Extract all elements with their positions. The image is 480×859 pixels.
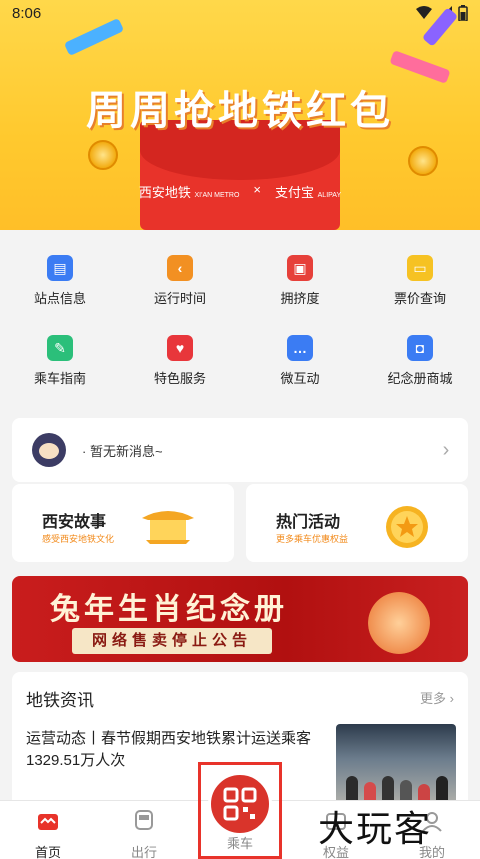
- train-icon: [135, 810, 153, 830]
- tab-home[interactable]: 首页: [0, 809, 96, 859]
- star-coin-icon: [386, 506, 428, 548]
- metro-logo: 西安地铁 XI'AN METRO: [138, 185, 240, 200]
- pavilion-icon: [142, 511, 194, 544]
- news-thumbnail[interactable]: [336, 724, 456, 810]
- card-title: 热门活动: [276, 514, 341, 531]
- card-subtitle: 感受西安地铁文化: [42, 534, 115, 544]
- card-hot-events[interactable]: 热门活动 更多乘车优惠权益: [246, 484, 468, 562]
- battery-icon: [458, 5, 468, 21]
- home-icon: [38, 814, 58, 830]
- grid-label: 微互动: [280, 371, 320, 386]
- alipay-logo: 支付宝 ALIPAY: [275, 185, 342, 200]
- grid-label: 拥挤度: [280, 291, 320, 306]
- station-icon: ▤: [47, 255, 73, 281]
- card-subtitle: 更多乘车优惠权益: [276, 534, 349, 544]
- bag-icon: ◘: [407, 335, 433, 361]
- status-time: 8:06: [12, 4, 42, 22]
- chevron-right-icon: ›: [442, 438, 450, 461]
- tab-label: 出行: [130, 845, 157, 859]
- mascot-avatar: [32, 433, 66, 467]
- logo-separator: ×: [253, 182, 261, 197]
- feature-grid: ▤ 站点信息 ‹ 运行时间 ▣ 拥挤度 ▭ 票价查询 ✎ 乘车指南 ♥ 特色服务…: [0, 240, 480, 400]
- partner-logos: 西安地铁 XI'AN METRO × 支付宝 ALIPAY: [0, 182, 480, 201]
- watermark: 大玩客: [318, 809, 433, 850]
- banner-title: 周周抢地铁红包: [86, 88, 394, 134]
- heart-icon: ♥: [167, 335, 193, 361]
- promo-title: 兔年生肖纪念册: [50, 592, 288, 627]
- news-heading: 地铁资讯: [26, 691, 94, 710]
- tab-travel[interactable]: 出行: [96, 809, 192, 859]
- rabbit-illustration: [368, 592, 430, 654]
- coin-decoration: [408, 146, 438, 176]
- grid-item-guide[interactable]: ✎ 乘车指南: [0, 320, 120, 390]
- promo-subtitle: 网络售卖停止公告: [72, 628, 272, 654]
- grid-item-interact[interactable]: … 微互动: [240, 320, 360, 390]
- grid-label: 乘车指南: [33, 371, 86, 386]
- tab-label: 首页: [34, 845, 61, 859]
- news-more-link[interactable]: 更多 ›: [420, 688, 454, 707]
- grid-label: 票价查询: [393, 291, 446, 306]
- coin-decoration: [88, 140, 118, 170]
- promo-banner[interactable]: 兔年生肖纪念册 网络售卖停止公告: [12, 576, 468, 662]
- grid-item-station-info[interactable]: ▤ 站点信息: [0, 240, 120, 310]
- ticket-icon: ▭: [407, 255, 433, 281]
- hero-banner[interactable]: 8:06 周周抢地铁红包 西安地铁 XI'AN METRO × 支付宝 ALIP…: [0, 0, 480, 230]
- guide-icon: ✎: [47, 335, 73, 361]
- grid-label: 运行时间: [153, 291, 206, 306]
- clock-icon: ‹: [167, 255, 193, 281]
- wifi-icon: [416, 6, 432, 19]
- grid-item-crowding[interactable]: ▣ 拥挤度: [240, 240, 360, 310]
- notice-text: · 暂无新消息~: [82, 443, 163, 459]
- ride-button-highlight: [198, 762, 282, 859]
- grid-label: 站点信息: [33, 291, 86, 306]
- bus-icon: ▣: [287, 255, 313, 281]
- grid-item-fare[interactable]: ▭ 票价查询: [360, 240, 480, 310]
- notice-bar[interactable]: · 暂无新消息~ ›: [12, 418, 468, 482]
- chat-icon: …: [287, 335, 313, 361]
- chevron-right-icon: ›: [449, 691, 454, 706]
- grid-label: 纪念册商城: [387, 371, 453, 386]
- card-xian-story[interactable]: 西安故事 感受西安地铁文化: [12, 484, 234, 562]
- grid-item-shop[interactable]: ◘ 纪念册商城: [360, 320, 480, 390]
- grid-item-services[interactable]: ♥ 特色服务: [120, 320, 240, 390]
- grid-label: 特色服务: [153, 371, 206, 386]
- card-title: 西安故事: [42, 514, 107, 531]
- grid-item-schedule[interactable]: ‹ 运行时间: [120, 240, 240, 310]
- status-bar: 8:06: [0, 0, 480, 26]
